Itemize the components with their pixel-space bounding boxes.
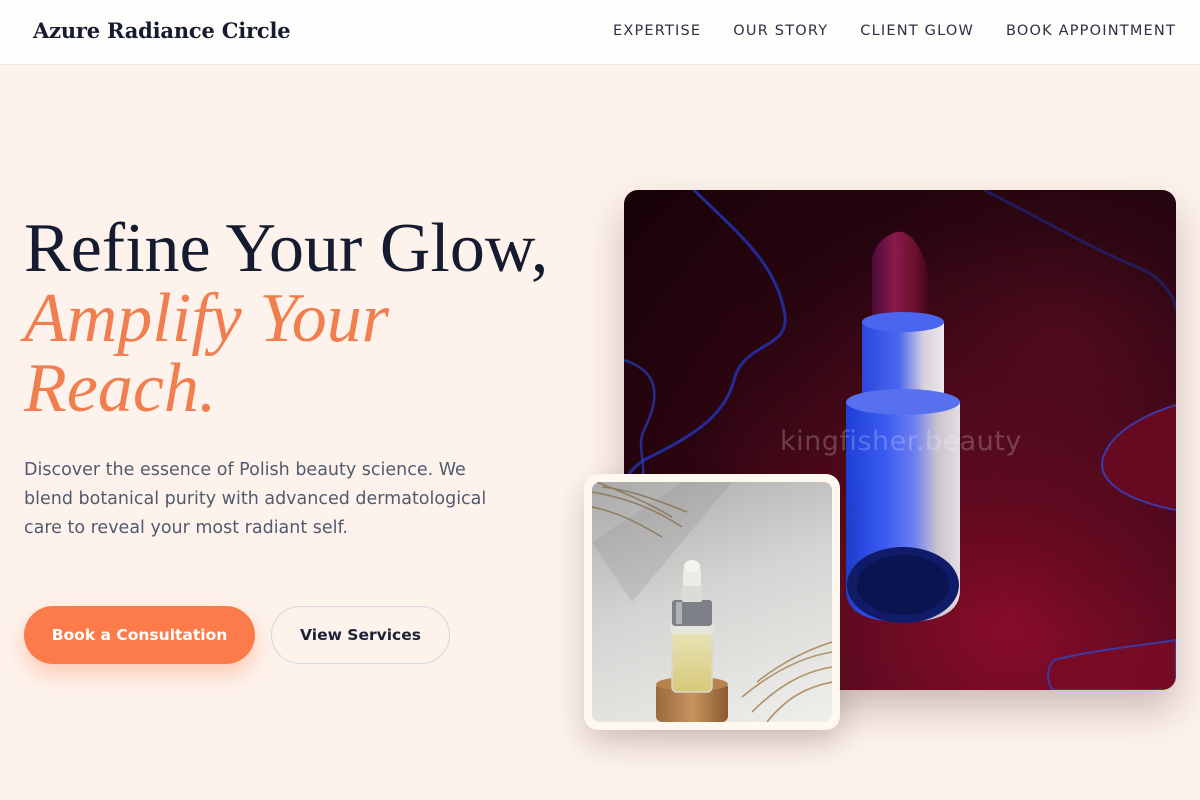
hero-title-line: Refine Your Glow, [24, 210, 549, 287]
hero-title-accent: Amplify Your Reach. [24, 280, 389, 427]
nav-link-expertise[interactable]: EXPERTISE [613, 23, 701, 39]
site-header: Azure Radiance Circle EXPERTISE OUR STOR… [0, 0, 1200, 65]
view-services-button[interactable]: View Services [271, 606, 450, 664]
main-nav: EXPERTISE OUR STORY CLIENT GLOW BOOK APP… [613, 23, 1176, 39]
nav-link-client-glow[interactable]: CLIENT GLOW [860, 23, 974, 39]
serum-image-frame [584, 474, 840, 730]
nav-link-our-story[interactable]: OUR STORY [733, 23, 828, 39]
book-consultation-button[interactable]: Book a Consultation [24, 606, 255, 664]
hero-description: Discover the essence of Polish beauty sc… [24, 460, 487, 538]
image-watermark: kingfisher.beauty [780, 426, 1022, 457]
brand-logo[interactable]: Azure Radiance Circle [33, 18, 291, 43]
serum-product-image [592, 482, 832, 722]
hero-title: Refine Your Glow, Amplify Your Reach. [24, 214, 594, 424]
nav-link-book-appointment[interactable]: BOOK APPOINTMENT [1006, 23, 1176, 39]
serum-bottle-illustration [592, 482, 832, 722]
